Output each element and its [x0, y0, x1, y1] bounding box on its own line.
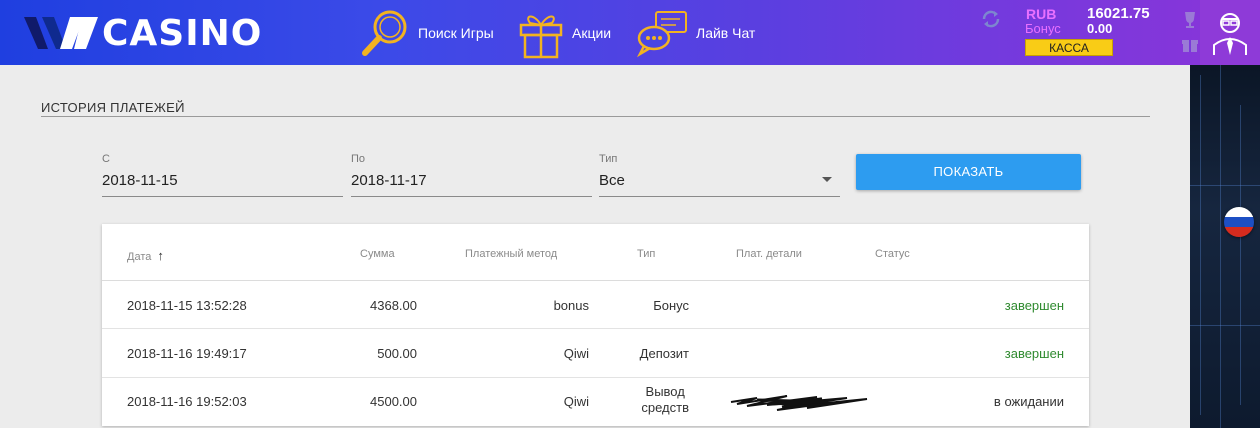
- date-to-value[interactable]: 2018-11-17: [351, 172, 427, 189]
- trophy-icon[interactable]: [1180, 10, 1200, 30]
- table-row[interactable]: 2018-11-16 19:49:17 500.00 Qiwi Депозит …: [102, 330, 1089, 378]
- date-from-value[interactable]: 2018-11-15: [102, 172, 178, 189]
- redacted-scribble: [730, 395, 868, 411]
- nav-live-chat-label: Лайв Чат: [696, 25, 756, 41]
- gift-small-icon[interactable]: [1180, 34, 1200, 54]
- title-divider: [41, 116, 1150, 117]
- balance-amount: 16021.75: [1087, 5, 1150, 22]
- cell-method: bonus: [553, 298, 589, 313]
- cell-amount: 4368.00: [370, 298, 417, 313]
- date-to-field[interactable]: По 2018-11-17: [351, 153, 592, 197]
- gift-icon: [519, 15, 563, 59]
- cell-status: в ожидании: [993, 394, 1064, 409]
- column-type[interactable]: Тип: [637, 248, 655, 260]
- bonus-amount: 0.00: [1087, 21, 1113, 36]
- type-select[interactable]: Тип Все: [599, 153, 840, 197]
- language-flag-ru[interactable]: [1224, 207, 1254, 237]
- nav-live-chat[interactable]: Лайв Чат: [636, 8, 755, 58]
- cell-amount: 500.00: [377, 346, 417, 361]
- date-from-label: С: [102, 153, 110, 165]
- sort-arrow-up-icon[interactable]: ↑: [157, 248, 164, 263]
- column-amount[interactable]: Сумма: [360, 248, 395, 260]
- search-icon: [362, 10, 407, 56]
- show-button[interactable]: ПОКАЗАТЬ: [856, 154, 1081, 190]
- cell-method: Qiwi: [563, 394, 589, 409]
- cell-method: Qiwi: [563, 346, 589, 361]
- nav-promotions-label: Акции: [572, 25, 612, 41]
- bonus-label: Бонус: [1025, 21, 1061, 36]
- cell-date: 2018-11-16 19:52:03: [127, 394, 247, 409]
- table-header: Дата ↑ Сумма Платежный метод Тип Плат. д…: [102, 224, 1089, 281]
- top-header: CASINO Поиск Игры Акции Лайв Чат RUB Бон…: [0, 0, 1260, 65]
- column-details[interactable]: Плат. детали: [736, 248, 802, 260]
- casino-logo[interactable]: CASINO: [22, 10, 262, 56]
- user-avatar[interactable]: [1200, 0, 1260, 65]
- cell-date: 2018-11-15 13:52:28: [127, 298, 247, 313]
- payments-table: Дата ↑ Сумма Платежный метод Тип Плат. д…: [102, 224, 1089, 426]
- chat-icon: [636, 11, 687, 58]
- date-to-label: По: [351, 153, 366, 165]
- table-row[interactable]: 2018-11-16 19:52:03 4500.00 Qiwi Вывод с…: [102, 378, 1089, 426]
- cashier-button[interactable]: КАССА: [1025, 39, 1113, 56]
- type-value[interactable]: Все: [599, 172, 625, 189]
- user-icon: [1213, 12, 1247, 55]
- refresh-icon[interactable]: [980, 8, 1002, 30]
- table-row[interactable]: 2018-11-15 13:52:28 4368.00 bonus Бонус …: [102, 281, 1089, 329]
- cell-type: Вывод средств: [641, 384, 689, 415]
- date-from-field[interactable]: С 2018-11-15: [102, 153, 343, 197]
- column-method[interactable]: Платежный метод: [465, 248, 557, 260]
- type-label: Тип: [599, 153, 618, 165]
- logo-text: CASINO: [102, 12, 263, 54]
- nav-search-games[interactable]: Поиск Игры: [360, 8, 494, 58]
- chevron-down-icon[interactable]: [822, 177, 832, 182]
- cell-status: завершен: [1004, 298, 1064, 313]
- nav-promotions[interactable]: Акции: [516, 8, 612, 59]
- cell-date: 2018-11-16 19:49:17: [127, 346, 247, 361]
- cell-status: завершен: [1004, 346, 1064, 361]
- cell-type: Бонус: [653, 298, 689, 313]
- nav-search-label: Поиск Игры: [418, 25, 494, 41]
- balance-currency: RUB: [1026, 6, 1057, 22]
- column-date[interactable]: Дата ↑: [127, 248, 164, 263]
- cell-amount: 4500.00: [370, 394, 417, 409]
- column-status[interactable]: Статус: [875, 248, 910, 260]
- cell-type: Депозит: [639, 346, 689, 361]
- side-background: [1190, 65, 1260, 428]
- logo-mark-icon: [24, 17, 98, 49]
- page-title: ИСТОРИЯ ПЛАТЕЖЕЙ: [41, 100, 185, 115]
